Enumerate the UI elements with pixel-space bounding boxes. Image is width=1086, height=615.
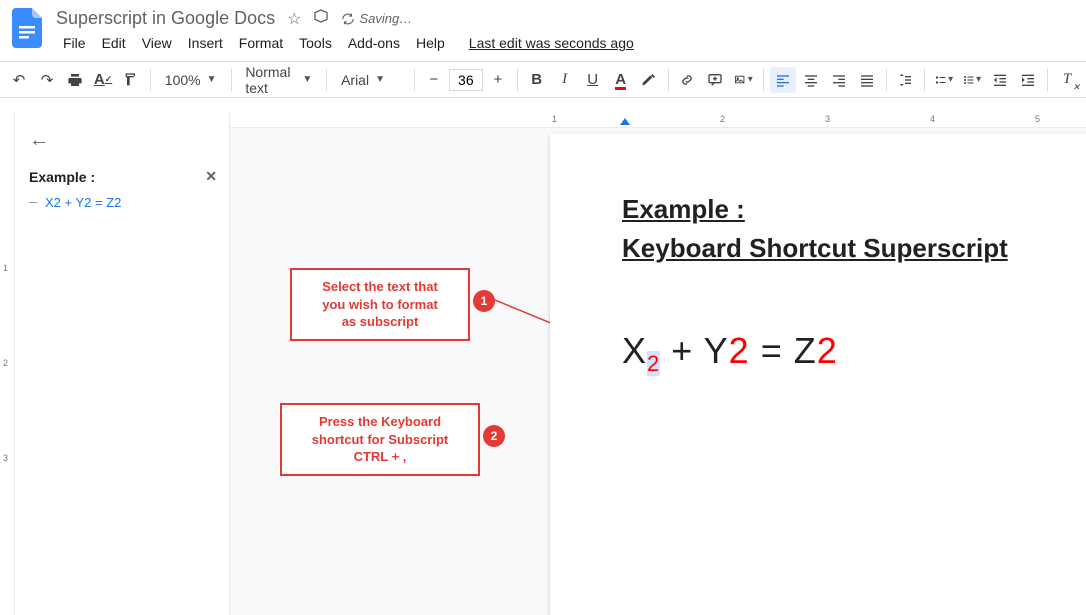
font-dropdown[interactable]: Arial▼	[333, 67, 408, 93]
menu-edit[interactable]: Edit	[95, 31, 133, 55]
docs-logo[interactable]	[8, 8, 48, 48]
outline-back-icon[interactable]: ←	[29, 129, 217, 152]
menu-tools[interactable]: Tools	[292, 31, 339, 55]
toolbar: ↶ ↷ A✓ 100%▼ Normal text▼ Arial▼ − + B I…	[0, 61, 1086, 98]
star-icon[interactable]: ☆	[287, 9, 301, 29]
doc-heading-line1[interactable]: Example :	[622, 190, 1086, 229]
selected-text: 2	[647, 351, 660, 376]
callout-2: Press the Keyboard shortcut for Subscrip…	[280, 403, 480, 476]
divider	[231, 69, 232, 91]
align-right-icon[interactable]	[826, 67, 852, 93]
menu-file[interactable]: File	[56, 31, 93, 55]
line-spacing-icon[interactable]	[892, 67, 918, 93]
outline-dash-icon	[29, 202, 37, 203]
callout-number-2: 2	[483, 425, 505, 447]
move-icon[interactable]	[313, 8, 329, 29]
outline-item[interactable]: X2 + Y2 = Z2	[29, 185, 217, 210]
outline-panel: ← Example : ✕ X2 + Y2 = Z2	[15, 113, 230, 615]
divider	[886, 69, 887, 91]
align-center-icon[interactable]	[798, 67, 824, 93]
highlight-icon[interactable]	[636, 67, 662, 93]
bold-icon[interactable]: B	[524, 67, 550, 93]
menu-view[interactable]: View	[135, 31, 179, 55]
divider	[763, 69, 764, 91]
horizontal-ruler[interactable]: 1 2 3 4 5	[230, 113, 1086, 128]
menu-format[interactable]: Format	[232, 31, 290, 55]
paint-format-icon[interactable]	[118, 67, 144, 93]
decrease-font-icon[interactable]: −	[421, 67, 447, 93]
doc-heading-line2[interactable]: Keyboard Shortcut Superscript	[622, 229, 1086, 268]
saving-status: Saving…	[341, 11, 412, 26]
font-size-input[interactable]	[449, 69, 483, 91]
divider	[1047, 69, 1048, 91]
decrease-indent-icon[interactable]	[987, 67, 1013, 93]
callout-1: Select the text that you wish to format …	[290, 268, 470, 341]
checklist-icon[interactable]: ▾	[931, 67, 957, 93]
bulleted-list-icon[interactable]: ▾	[959, 67, 985, 93]
divider	[326, 69, 327, 91]
canvas: Select the text that you wish to format …	[230, 128, 1086, 615]
outline-heading-row[interactable]: Example : ✕	[29, 168, 217, 185]
italic-icon[interactable]: I	[552, 67, 578, 93]
menu-bar: File Edit View Insert Format Tools Add-o…	[56, 29, 1078, 61]
indent-marker-icon[interactable]	[620, 118, 630, 125]
align-left-icon[interactable]	[770, 67, 796, 93]
style-dropdown[interactable]: Normal text▼	[237, 67, 320, 93]
divider	[668, 69, 669, 91]
doc-equation[interactable]: X2 + Y2 = Z2	[622, 330, 1086, 377]
text-color-icon[interactable]: A	[608, 67, 634, 93]
align-justify-icon[interactable]	[854, 67, 880, 93]
last-edit-link[interactable]: Last edit was seconds ago	[462, 31, 641, 55]
menu-addons[interactable]: Add-ons	[341, 31, 407, 55]
clear-formatting-icon[interactable]: T✕	[1054, 67, 1080, 93]
increase-font-icon[interactable]: +	[485, 67, 511, 93]
spellcheck-icon[interactable]: A✓	[90, 67, 116, 93]
divider	[414, 69, 415, 91]
workspace: 1 2 3 ← Example : ✕ X2 + Y2 = Z2 1 2 3 4…	[0, 113, 1086, 615]
divider	[924, 69, 925, 91]
outline-item-label: X2 + Y2 = Z2	[45, 195, 121, 210]
insert-link-icon[interactable]	[674, 67, 700, 93]
menu-help[interactable]: Help	[409, 31, 452, 55]
outline-heading-label: Example :	[29, 169, 95, 185]
redo-icon[interactable]: ↷	[34, 67, 60, 93]
document-title[interactable]: Superscript in Google Docs	[56, 8, 275, 29]
print-icon[interactable]	[62, 67, 88, 93]
zoom-dropdown[interactable]: 100%▼	[157, 67, 225, 93]
menu-insert[interactable]: Insert	[181, 31, 230, 55]
underline-icon[interactable]: U	[580, 67, 606, 93]
increase-indent-icon[interactable]	[1015, 67, 1041, 93]
callout-number-1: 1	[473, 290, 495, 312]
divider	[517, 69, 518, 91]
add-comment-icon[interactable]	[702, 67, 728, 93]
undo-icon[interactable]: ↶	[6, 67, 32, 93]
document-page[interactable]: Example : Keyboard Shortcut Superscript …	[550, 134, 1086, 615]
insert-image-icon[interactable]: ▾	[730, 67, 756, 93]
vertical-ruler: 1 2 3	[0, 113, 15, 615]
close-icon[interactable]: ✕	[205, 168, 217, 185]
divider	[150, 69, 151, 91]
